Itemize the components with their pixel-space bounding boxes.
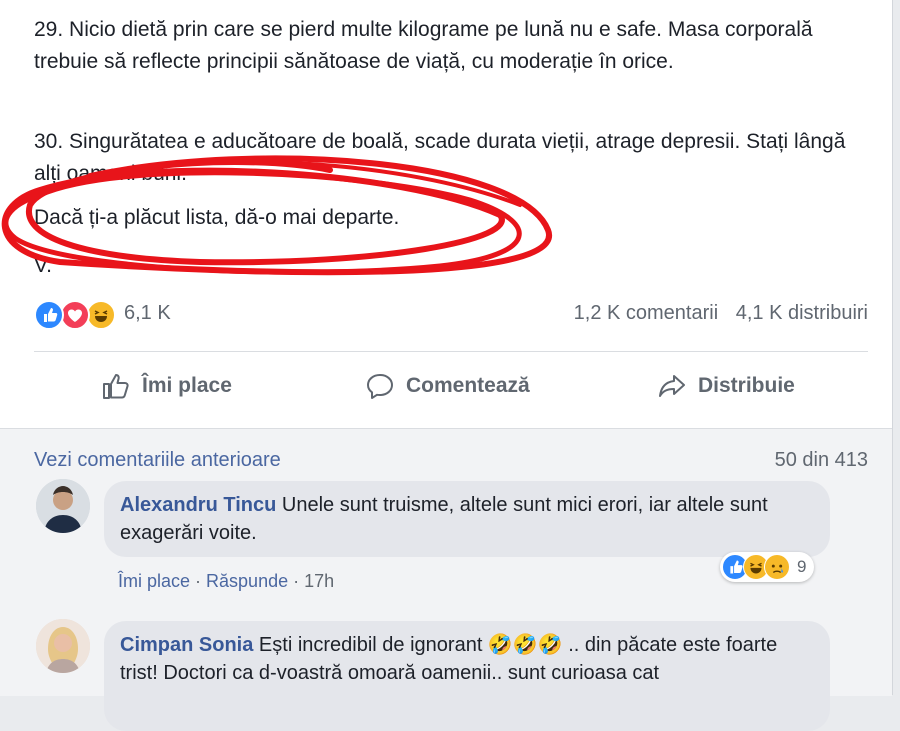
comment-reaction-count: 9 [797,557,807,576]
avatar[interactable] [36,479,90,533]
comment-bubble: Cimpan Sonia Ești incredibil de ignorant… [104,621,830,731]
comment-reply-link[interactable]: Răspunde [206,571,288,591]
comment-like-link[interactable]: Îmi place [118,571,190,591]
comment-bubble: Alexandru Tincu Unele sunt truisme, alte… [104,481,830,557]
post-call-to-action: Dacă ți-a plăcut lista, dă-o mai departe… [34,206,400,229]
post-item-30: 30. Singurătatea e aducătoare de boală, … [34,130,846,185]
comment-button-label: Comentează [406,374,530,397]
share-arrow-icon [659,375,685,397]
post-card: 29. Nicio dietă prin care se pierd multe… [0,0,893,731]
post-item-29: 29. Nicio dietă prin care se pierd multe… [34,18,813,73]
comments-pagination-count: 50 din 413 [774,449,868,471]
person-avatar-icon [36,479,90,533]
reactions-summary[interactable]: 6,1 K 1,2 K comentarii 4,1 K distribuiri [34,296,868,332]
post-signature: V. [34,254,52,277]
comments-section: Vezi comentariile anterioare 50 din 413 … [0,428,892,731]
comment-meta: Îmi place · Răspunde · 17h [118,571,335,591]
comment-button[interactable]: Comentează [364,355,530,417]
love-icon [60,300,90,330]
divider [34,351,868,352]
haha-icon [86,300,116,330]
reaction-icons[interactable] [34,300,124,330]
like-button[interactable]: Îmi place [100,355,232,417]
reaction-count[interactable]: 6,1 K [124,302,171,325]
thumbs-up-icon [103,374,129,399]
shares-count-link[interactable]: 4,1 K distribuiri [736,302,868,324]
person-avatar-icon [36,619,90,673]
post-actions-bar: Îmi place Comentează Distribuie [34,355,868,417]
share-button[interactable]: Distribuie [656,355,795,417]
like-button-label: Îmi place [142,374,232,397]
view-previous-comments-link[interactable]: Vezi comentariile anterioare [34,449,281,472]
speech-bubble-icon [367,374,393,399]
comments-count-link[interactable]: 1,2 K comentarii [574,302,719,324]
share-button-label: Distribuie [698,374,795,397]
post-stats: 1,2 K comentarii 4,1 K distribuiri [562,302,868,325]
avatar[interactable] [36,619,90,673]
like-icon [34,300,64,330]
comment-author[interactable]: Alexandru Tincu [120,494,276,516]
sad-icon [764,554,790,580]
comment-timestamp[interactable]: 17h [304,571,334,591]
comment-reactions-badge[interactable]: 9 [720,552,815,582]
comment-author[interactable]: Cimpan Sonia [120,634,253,656]
